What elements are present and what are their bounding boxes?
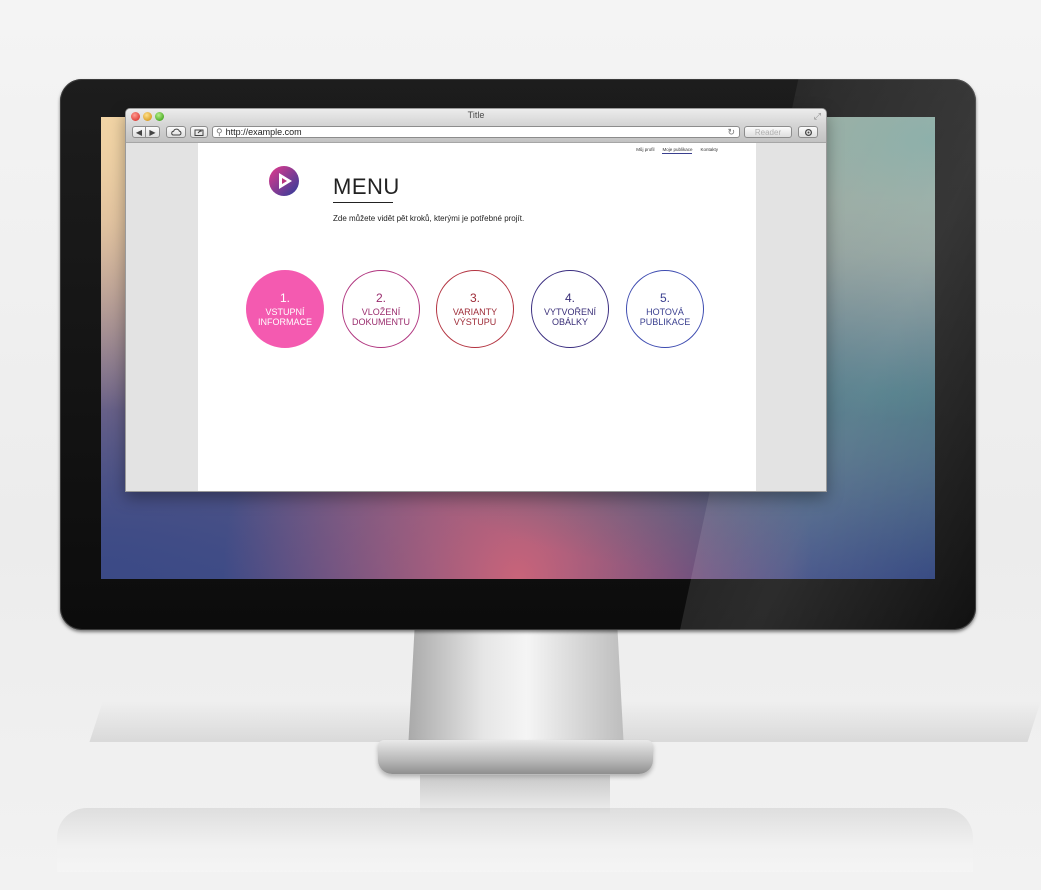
step-label-line1: VSTUPNÍ — [265, 307, 305, 317]
step-number: 1. — [279, 291, 290, 305]
icloud-tabs-button[interactable] — [166, 126, 186, 138]
step-4-button[interactable]: 4. VYTVOŘENÍ OBÁLKY — [531, 270, 609, 348]
browser-window: Title ⤢ ◀ ▶ ⚲ http://example.com ↻ Reader — [125, 108, 827, 492]
step-label-line1: VYTVOŘENÍ — [543, 307, 596, 317]
logo-icon[interactable] — [268, 165, 300, 197]
stand-reflection — [420, 775, 610, 815]
step-2-button[interactable]: 2. VLOŽENÍ DOKUMENTU — [342, 270, 420, 348]
step-number: 5. — [659, 291, 670, 305]
step-label-line2: PUBLIKACE — [639, 317, 691, 327]
back-button[interactable]: ◀ — [132, 126, 146, 138]
title-underline — [333, 202, 393, 203]
reload-icon[interactable]: ↻ — [727, 127, 735, 137]
forward-arrow-icon: ▶ — [149, 127, 156, 137]
url-text: http://example.com — [225, 127, 302, 137]
step-label-line2: DOKUMENTU — [352, 317, 410, 327]
window-title: Title — [467, 110, 485, 120]
step-number: 3. — [469, 291, 480, 305]
window-titlebar: Title ⤢ — [126, 109, 826, 124]
step-label-line1: HOTOVÁ — [646, 307, 684, 317]
forward-button[interactable]: ▶ — [146, 126, 160, 138]
reader-button[interactable]: Reader — [744, 126, 792, 138]
settings-button[interactable] — [798, 126, 818, 138]
address-bar[interactable]: ⚲ http://example.com ↻ — [212, 126, 740, 138]
cloud-icon — [171, 128, 182, 136]
monitor-stand-base — [378, 740, 653, 774]
share-button[interactable] — [190, 126, 208, 138]
step-1-button[interactable]: 1. VSTUPNÍ INFORMACE — [246, 270, 324, 348]
step-number: 2. — [375, 291, 386, 305]
step-3-button[interactable]: 3. VARIANTY VÝSTUPU — [436, 270, 514, 348]
page-title: MENU — [333, 174, 400, 199]
browser-toolbar: ◀ ▶ ⚲ http://example.com ↻ Reader — [126, 124, 826, 143]
steps-menu: 1. VSTUPNÍ INFORMACE 2. VLOŽENÍ DOKUMENT… — [246, 270, 716, 350]
step-label-line1: VLOŽENÍ — [361, 307, 401, 317]
step-label-line2: OBÁLKY — [551, 317, 589, 327]
back-arrow-icon: ◀ — [135, 127, 143, 137]
top-navigation: Můj profil Moje publikace Kontakty — [636, 147, 718, 154]
nav-item-profile[interactable]: Můj profil — [636, 147, 654, 154]
page-subtitle: Zde můžete vidět pět kroků, kterými je p… — [333, 214, 525, 223]
step-label-line2: INFORMACE — [258, 317, 312, 327]
desk-surface — [57, 808, 973, 872]
step-label-line1: VARIANTY — [452, 307, 498, 317]
nav-item-publications[interactable]: Moje publikace — [662, 147, 693, 154]
fullscreen-icon[interactable]: ⤢ — [814, 111, 821, 122]
step-number: 4. — [564, 291, 575, 305]
web-page: Můj profil Moje publikace Kontakty MENU … — [198, 143, 756, 491]
gear-icon — [804, 128, 812, 136]
share-icon — [194, 129, 204, 136]
monitor-stand-neck — [408, 630, 624, 750]
site-icon: ⚲ — [216, 127, 223, 137]
browser-viewport: Můj profil Moje publikace Kontakty MENU … — [126, 143, 826, 491]
nav-item-contacts[interactable]: Kontakty — [700, 147, 718, 154]
step-label-line2: VÝSTUPU — [453, 317, 497, 327]
step-5-button[interactable]: 5. HOTOVÁ PUBLIKACE — [626, 270, 704, 348]
